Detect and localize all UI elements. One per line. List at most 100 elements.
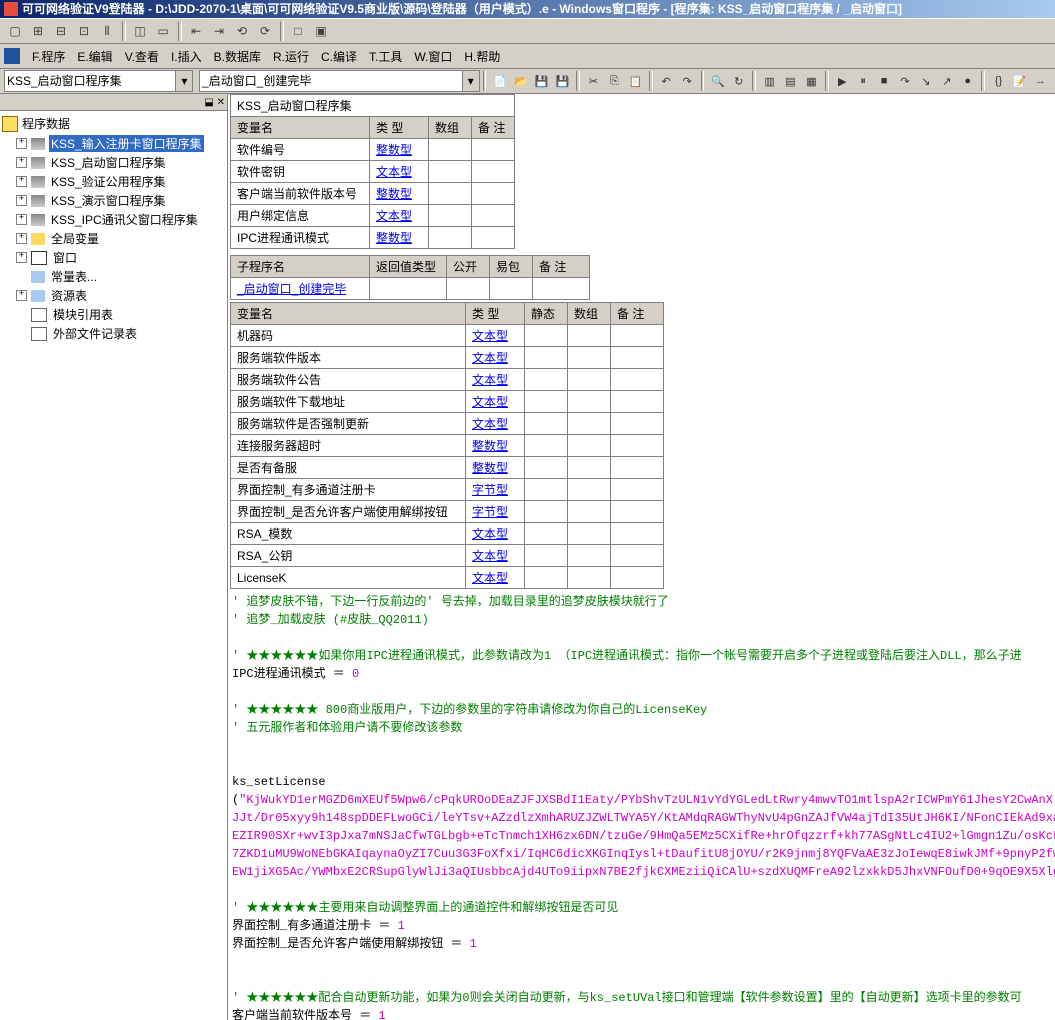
expand-icon[interactable]: +	[16, 138, 27, 149]
table-row[interactable]: RSA_公钥文本型	[231, 545, 664, 567]
code-line[interactable]: ' 追梦_加载皮肤 (#皮肤_QQ2011)	[232, 611, 1051, 629]
code-line[interactable]: IPC进程通讯模式 ＝ 0	[232, 665, 1051, 683]
menu-run[interactable]: R.运行	[267, 46, 315, 67]
code-line[interactable]: ' 追梦皮肤不错，下边一行反前边的' 号去掉，加载目录里的追梦皮肤模块就行了	[232, 593, 1051, 611]
table-row[interactable]: 服务端软件版本文本型	[231, 347, 664, 369]
win-btn-3[interactable]: ⊟	[50, 20, 72, 42]
menu-file[interactable]: F.程序	[26, 46, 71, 67]
win-btn-8[interactable]: ⇤	[185, 20, 207, 42]
table-row[interactable]: 服务端软件是否强制更新文本型	[231, 413, 664, 435]
stepout-icon[interactable]: ↗	[937, 71, 956, 91]
expand-icon[interactable]: +	[16, 233, 27, 244]
run-icon[interactable]: ▶	[833, 71, 852, 91]
menu-insert[interactable]: I.插入	[165, 46, 208, 67]
chevron-down-icon[interactable]: ▾	[175, 71, 192, 91]
note-icon[interactable]: 📝	[1010, 71, 1029, 91]
paste-icon[interactable]: 📋	[626, 71, 645, 91]
code-area[interactable]: ' 追梦皮肤不错，下边一行反前边的' 号去掉，加载目录里的追梦皮肤模块就行了 '…	[228, 589, 1055, 1020]
expand-icon[interactable]: +	[16, 290, 27, 301]
menu-window[interactable]: W.窗口	[408, 46, 458, 67]
brace-icon[interactable]: {}	[989, 71, 1008, 91]
tree-node[interactable]: 模块引用表	[2, 305, 225, 324]
new-icon[interactable]: 📄	[490, 71, 509, 91]
table-row[interactable]: RSA_模数文本型	[231, 523, 664, 545]
code-line[interactable]: ks_setLicense ("KjWukYD1erMGZD6mXEUf5Wpw…	[232, 773, 1051, 809]
code-line[interactable]: ' ★★★★★★主要用来自动调整界面上的通道控件和解绑按钮是否可见	[232, 899, 1051, 917]
stepin-icon[interactable]: ↘	[916, 71, 935, 91]
sub-name-link[interactable]: _启动窗口_创建完毕	[237, 282, 346, 296]
expand-icon[interactable]: +	[16, 176, 27, 187]
combo-module[interactable]: KSS_启动窗口程序集 ▾	[4, 70, 193, 92]
menu-edit[interactable]: E.编辑	[71, 46, 118, 67]
win-btn-7[interactable]: ▭	[152, 20, 174, 42]
panel1-icon[interactable]: ▥	[760, 71, 779, 91]
tree-node[interactable]: +全局变量	[2, 229, 225, 248]
tree-node[interactable]: +窗口	[2, 248, 225, 267]
tree-node[interactable]: +KSS_输入注册卡窗口程序集	[2, 134, 225, 153]
save-icon[interactable]: 💾	[532, 71, 551, 91]
saveall-icon[interactable]: 💾	[553, 71, 572, 91]
code-line[interactable]: 7ZKD1uMU9WoNEbGKAIqaynaOyZI7Cuu3G3FoXfxi…	[232, 845, 1051, 863]
module-name-cell[interactable]: KSS_启动窗口程序集	[231, 95, 515, 117]
sidebar-close-icon[interactable]: ✕	[217, 97, 225, 108]
win-btn-1[interactable]: ▢	[4, 20, 26, 42]
sub-row[interactable]: _启动窗口_创建完毕	[231, 278, 590, 300]
tree-node[interactable]: +KSS_IPC通讯父窗口程序集	[2, 210, 225, 229]
code-line[interactable]: ' ★★★★★★配合自动更新功能，如果为0则会关闭自动更新，与ks_setUVa…	[232, 989, 1051, 1007]
tree-node[interactable]: +KSS_演示窗口程序集	[2, 191, 225, 210]
tree-node[interactable]: +资源表	[2, 286, 225, 305]
table-row[interactable]: 服务端软件下载地址文本型	[231, 391, 664, 413]
expand-icon[interactable]: +	[16, 195, 27, 206]
win-btn-4[interactable]: ⊡	[73, 20, 95, 42]
sidebar-pin-icon[interactable]: ⬓	[204, 97, 213, 108]
win-btn-6[interactable]: ◫	[129, 20, 151, 42]
tree-node[interactable]: 外部文件记录表	[2, 324, 225, 343]
redo-icon[interactable]: ↷	[678, 71, 697, 91]
tree-node[interactable]: 常量表...	[2, 267, 225, 286]
table-row[interactable]: 客户端当前软件版本号整数型	[231, 183, 515, 205]
open-icon[interactable]: 📂	[511, 71, 530, 91]
code-line[interactable]: ' 五元服作者和体验用户请不要修改该参数	[232, 719, 1051, 737]
win-btn-13[interactable]: ▣	[310, 20, 332, 42]
combo-sub[interactable]: _启动窗口_创建完毕 ▾	[199, 70, 480, 92]
code-line[interactable]: EZIR90SXr+wvI3pJxa7mNSJaCfwTGLbgb+eTcTnm…	[232, 827, 1051, 845]
menu-help[interactable]: H.帮助	[458, 46, 506, 67]
menu-compile[interactable]: C.编译	[315, 46, 363, 67]
table-row[interactable]: LicenseK文本型	[231, 567, 664, 589]
win-btn-12[interactable]: □	[287, 20, 309, 42]
expand-icon[interactable]: +	[16, 252, 27, 263]
code-line[interactable]: 界面控制_有多通道注册卡 ＝ 1	[232, 917, 1051, 935]
panel2-icon[interactable]: ▤	[781, 71, 800, 91]
menu-view[interactable]: V.查看	[119, 46, 165, 67]
menu-tool[interactable]: T.工具	[363, 46, 408, 67]
table-row[interactable]: 是否有备服整数型	[231, 457, 664, 479]
table-row[interactable]: 用户绑定信息文本型	[231, 205, 515, 227]
repeat-icon[interactable]: ↻	[729, 71, 748, 91]
break-icon[interactable]: ●	[958, 71, 977, 91]
win-btn-9[interactable]: ⇥	[208, 20, 230, 42]
tree-node[interactable]: +KSS_启动窗口程序集	[2, 153, 225, 172]
arrow-icon[interactable]: →	[1031, 71, 1050, 91]
win-btn-5[interactable]: ⫴	[96, 20, 118, 42]
table-row[interactable]: 界面控制_有多通道注册卡字节型	[231, 479, 664, 501]
table-row[interactable]: 服务端软件公告文本型	[231, 369, 664, 391]
step-icon[interactable]: ↷	[896, 71, 915, 91]
cut-icon[interactable]: ✂	[584, 71, 603, 91]
code-line[interactable]: ' ★★★★★★如果你用IPC进程通讯模式，此参数请改为1 （IPC进程通讯模式…	[232, 647, 1051, 665]
stop-icon[interactable]: ■	[875, 71, 894, 91]
undo-icon[interactable]: ↶	[657, 71, 676, 91]
win-btn-2[interactable]: ⊞	[27, 20, 49, 42]
tree-node[interactable]: +KSS_验证公用程序集	[2, 172, 225, 191]
expand-icon[interactable]: +	[16, 214, 27, 225]
win-btn-11[interactable]: ⟳	[254, 20, 276, 42]
code-line[interactable]: 界面控制_是否允许客户端使用解绑按钮 ＝ 1	[232, 935, 1051, 953]
code-line[interactable]: JJt/Dr05xyy9h148spDDEFLwoGCi/leYTsv+AZzd…	[232, 809, 1051, 827]
table-row[interactable]: 软件编号整数型	[231, 139, 515, 161]
win-btn-10[interactable]: ⟲	[231, 20, 253, 42]
copy-icon[interactable]: ⎘	[605, 71, 624, 91]
table-row[interactable]: 机器码文本型	[231, 325, 664, 347]
code-line[interactable]: ' ★★★★★★ 800商业版用户，下边的参数里的字符串请修改为你自己的Lice…	[232, 701, 1051, 719]
expand-icon[interactable]: +	[16, 157, 27, 168]
pause-icon[interactable]: ⏸	[854, 71, 873, 91]
find-icon[interactable]: 🔍	[708, 71, 727, 91]
